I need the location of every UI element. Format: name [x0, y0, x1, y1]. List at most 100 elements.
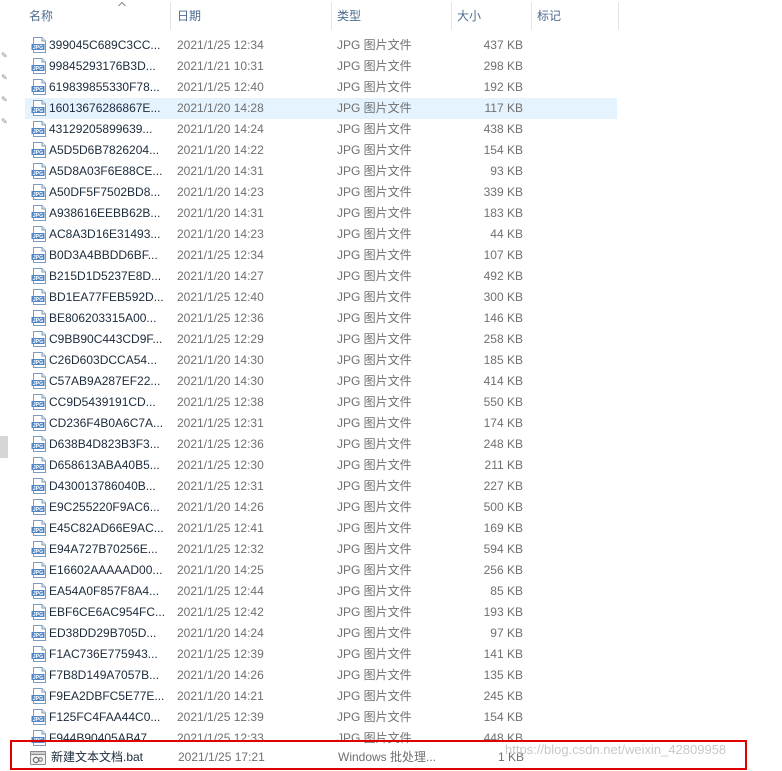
file-row[interactable]: JPG F125FC4FAA44C0... 2021/1/25 12:39 JPG 图… [25, 707, 617, 728]
jpg-icon-label: JPG [33, 696, 43, 702]
file-type: JPG 图片文件 [337, 185, 412, 199]
file-date: 2021/1/25 12:34 [177, 248, 264, 262]
file-row[interactable]: JPG 399045C689C3CC... 2021/1/25 12:34 JPG 图… [25, 35, 617, 56]
file-size: 437 KB [483, 38, 523, 52]
file-name: F1AC736E775943... [49, 647, 158, 661]
file-row[interactable]: JPG D658613ABA40B5... 2021/1/25 12:30 JPG 图… [25, 455, 617, 476]
file-name: 43129205899639... [49, 122, 153, 136]
jpg-file-icon: JPG [31, 79, 46, 95]
file-row[interactable]: JPG EA54A0F857F8A4... 2021/1/25 12:44 JPG 图… [25, 581, 617, 602]
column-header-date[interactable]: 日期 [173, 0, 331, 34]
column-header-tags[interactable]: 标记 [533, 0, 618, 34]
file-row[interactable]: JPG C57AB9A287EF22... 2021/1/20 14:30 JPG 图… [25, 371, 617, 392]
file-size: 193 KB [483, 605, 523, 619]
file-row[interactable]: JPG CC9D5439191CD... 2021/1/25 12:38 JPG 图片… [25, 392, 617, 413]
jpg-file-icon: JPG [31, 184, 46, 200]
file-size: 227 KB [483, 479, 523, 493]
jpg-file-icon: JPG [31, 625, 46, 641]
file-row[interactable]: JPG C9BB90C443CD9F... 2021/1/25 12:29 JPG 图… [25, 329, 617, 350]
file-date: 2021/1/25 12:36 [177, 437, 264, 451]
file-name: A938616EEBB62B... [49, 206, 161, 220]
file-row[interactable]: JPG EBF6CE6AC954FC... 2021/1/25 12:42 JPG 图… [25, 602, 617, 623]
column-header-size[interactable]: 大小 [453, 0, 531, 34]
file-row[interactable]: JPG E16602AAAAAD00... 2021/1/20 14:25 JPG 图… [25, 560, 617, 581]
file-size: 594 KB [483, 542, 523, 556]
file-date: 2021/1/25 12:38 [177, 395, 264, 409]
file-row[interactable]: JPG 619839855330F78... 2021/1/25 12:40 JPG … [25, 77, 617, 98]
jpg-icon-label: JPG [33, 360, 43, 366]
jpg-icon-label: JPG [33, 276, 43, 282]
file-row[interactable]: JPG A5D5D6B7826204... 2021/1/20 14:22 JPG 图… [25, 140, 617, 161]
file-row[interactable]: JPG ED38DD29B705D... 2021/1/20 14:24 JPG 图片… [25, 623, 617, 644]
file-row[interactable]: JPG B215D1D5237E8D... 2021/1/20 14:27 JPG 图… [25, 266, 617, 287]
jpg-file-icon: JPG [31, 688, 46, 704]
file-name: F7B8D149A7057B... [49, 668, 160, 682]
jpg-icon-label: JPG [33, 528, 43, 534]
file-name: A50DF5F7502BD8... [49, 185, 161, 199]
file-row[interactable]: JPG A5D8A03F6E88CE... 2021/1/20 14:31 JPG 图… [25, 161, 617, 182]
jpg-file-icon: JPG [31, 457, 46, 473]
file-date: 2021/1/25 12:32 [177, 542, 264, 556]
scroll-indicator [0, 436, 8, 458]
file-row[interactable]: JPG E9C255220F9AC6... 2021/1/20 14:26 JPG 图… [25, 497, 617, 518]
file-row[interactable]: JPG E94A727B70256E... 2021/1/25 12:32 JPG 图… [25, 539, 617, 560]
file-type: JPG 图片文件 [337, 458, 412, 472]
file-row[interactable]: JPG BD1EA77FEB592D... 2021/1/25 12:40 JPG 图… [25, 287, 617, 308]
file-row[interactable]: JPG 16013676286867E... 2021/1/20 14:28 JPG … [25, 98, 617, 119]
column-header-name[interactable]: 名称 [25, 0, 170, 34]
file-name: B215D1D5237E8D... [49, 269, 162, 283]
file-size: 185 KB [483, 353, 523, 367]
file-row[interactable]: JPG F9EA2DBFC5E77E... 2021/1/20 14:21 JPG 图… [25, 686, 617, 707]
file-size: 339 KB [483, 185, 523, 199]
file-size: 97 KB [490, 626, 523, 640]
file-size: 192 KB [483, 80, 523, 94]
file-row[interactable]: JPG D430013786040B... 2021/1/25 12:31 JPG 图… [25, 476, 617, 497]
file-size: 174 KB [483, 416, 523, 430]
pin-icon: ✎ [1, 51, 8, 60]
file-row[interactable]: JPG B0D3A4BBDD6BF... 2021/1/25 12:34 JPG 图片… [25, 245, 617, 266]
file-row[interactable]: JPG F7B8D149A7057B... 2021/1/20 14:26 JPG 图… [25, 665, 617, 686]
file-row[interactable]: JPG A50DF5F7502BD8... 2021/1/20 14:23 JPG 图… [25, 182, 617, 203]
column-divider[interactable] [170, 2, 171, 30]
file-row[interactable]: JPG 99845293176B3D... 2021/1/21 10:31 JPG 图… [25, 56, 617, 77]
file-name: C57AB9A287EF22... [49, 374, 161, 388]
jpg-file-icon: JPG [31, 604, 46, 620]
file-row[interactable]: JPG CD236F4B0A6C7A... 2021/1/25 12:31 JPG 图… [25, 413, 617, 434]
file-type: JPG 图片文件 [337, 479, 412, 493]
column-header-type[interactable]: 类型 [333, 0, 451, 34]
file-row[interactable]: JPG E45C82AD66E9AC... 2021/1/25 12:41 JPG 图… [25, 518, 617, 539]
jpg-icon-label: JPG [33, 87, 43, 93]
file-row[interactable]: JPG F1AC736E775943... 2021/1/25 12:39 JPG 图… [25, 644, 617, 665]
jpg-file-icon: JPG [31, 373, 46, 389]
file-name: CD236F4B0A6C7A... [49, 416, 164, 430]
file-row[interactable]: JPG D638B4D823B3F3... 2021/1/25 12:36 JPG 图… [25, 434, 617, 455]
column-divider[interactable] [618, 2, 619, 30]
jpg-icon-label: JPG [33, 612, 43, 618]
file-name: 16013676286867E... [49, 101, 161, 115]
file-size: 300 KB [483, 290, 523, 304]
file-row[interactable]: JPG BE806203315A00... 2021/1/25 12:36 JPG 图… [25, 308, 617, 329]
file-date: 2021/1/20 14:30 [177, 353, 264, 367]
column-divider[interactable] [451, 2, 452, 30]
jpg-icon-label: JPG [33, 717, 43, 723]
file-type: JPG 图片文件 [337, 311, 412, 325]
file-name: BE806203315A00... [49, 311, 157, 325]
column-divider[interactable] [331, 2, 332, 30]
jpg-file-icon: JPG [31, 394, 46, 410]
file-size: 256 KB [483, 563, 523, 577]
file-row[interactable]: JPG C26D603DCCA54... 2021/1/20 14:30 JPG 图片… [25, 350, 617, 371]
jpg-file-icon: JPG [31, 310, 46, 326]
file-size: 258 KB [483, 332, 523, 346]
column-divider[interactable] [531, 2, 532, 30]
file-name: EA54A0F857F8A4... [49, 584, 160, 598]
file-size: 298 KB [483, 59, 523, 73]
file-date: 2021/1/25 12:42 [177, 605, 264, 619]
file-row[interactable]: JPG 43129205899639... 2021/1/20 14:24 JPG 图… [25, 119, 617, 140]
file-date: 2021/1/20 14:24 [177, 122, 264, 136]
jpg-file-icon: JPG [31, 58, 46, 74]
file-type: JPG 图片文件 [337, 38, 412, 52]
file-name: BD1EA77FEB592D... [49, 290, 164, 304]
file-row[interactable]: JPG AC8A3D16E31493... 2021/1/20 14:23 JPG 图… [25, 224, 617, 245]
file-size: 492 KB [483, 269, 523, 283]
file-row[interactable]: JPG A938616EEBB62B... 2021/1/20 14:31 JPG 图… [25, 203, 617, 224]
